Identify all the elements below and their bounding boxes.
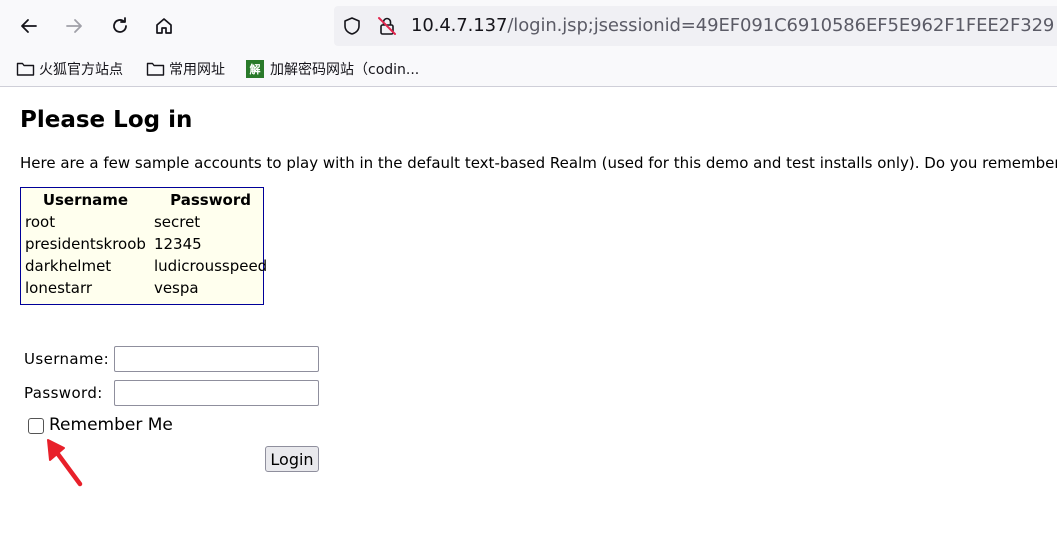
address-bar[interactable]: 10.4.7.137/login.jsp;jsessionid=49EF091C… <box>334 6 1057 46</box>
bookmarks-bar: 火狐官方站点 常用网址 解 加解密码网站（codin... <box>0 52 1057 87</box>
bookmark-firefox-official[interactable]: 火狐官方站点 <box>16 59 123 79</box>
bookmark-label: 火狐官方站点 <box>39 62 123 78</box>
password-cell: vespa <box>153 279 199 297</box>
forward-arrow-icon <box>66 19 82 33</box>
site-favicon-icon: 解 <box>246 60 264 78</box>
bookmark-common-sites[interactable]: 常用网址 <box>146 59 225 79</box>
table-row: presidentskroob 12345 <box>21 233 271 255</box>
home-button[interactable] <box>148 10 180 42</box>
reload-icon <box>113 17 127 33</box>
bookmark-crypto-site[interactable]: 解 加解密码网站（codin... <box>246 59 419 79</box>
insecure-lock-icon[interactable] <box>376 15 398 37</box>
reload-button[interactable] <box>104 10 136 42</box>
folder-icon <box>16 62 35 76</box>
shield-icon[interactable] <box>342 16 362 36</box>
back-button[interactable] <box>13 10 45 42</box>
username-cell: presidentskroob <box>25 235 146 253</box>
folder-icon <box>146 62 165 76</box>
url-path: /login.jsp;jsessionid=49EF091C6910586EF5… <box>507 15 1055 36</box>
username-cell: darkhelmet <box>25 257 112 275</box>
browser-toolbar: 10.4.7.137/login.jsp;jsessionid=49EF091C… <box>0 0 1057 52</box>
home-icon <box>156 18 172 34</box>
password-input[interactable] <box>114 380 319 406</box>
table-row: root secret <box>21 211 271 233</box>
column-header-username: Username <box>42 191 129 209</box>
sample-accounts-table: Username Password root secret presidents… <box>20 187 267 305</box>
username-cell: lonestarr <box>25 279 93 297</box>
url-text[interactable]: 10.4.7.137/login.jsp;jsessionid=49EF091C… <box>411 15 1054 36</box>
forward-button[interactable] <box>58 10 90 42</box>
table-row: darkhelmet ludicrousspeed <box>21 255 271 277</box>
table-header-row: Username Password <box>21 188 271 211</box>
page-title: Please Log in <box>20 107 193 133</box>
url-host: 10.4.7.137 <box>411 15 508 36</box>
password-cell: ludicrousspeed <box>153 257 268 275</box>
username-label: Username: <box>24 350 110 368</box>
table-row: lonestarr vespa <box>21 277 271 299</box>
bookmark-label: 加解密码网站（codin... <box>270 62 420 78</box>
username-cell: root <box>25 213 56 231</box>
annotation-arrow-icon <box>47 439 83 487</box>
password-label: Password: <box>24 384 103 402</box>
username-input[interactable] <box>114 346 319 372</box>
password-cell: 12345 <box>153 235 202 253</box>
password-cell: secret <box>153 213 201 231</box>
login-button[interactable]: Login <box>265 446 319 472</box>
bookmark-label: 常用网址 <box>169 62 225 78</box>
intro-text: Here are a few sample accounts to play w… <box>20 154 1057 172</box>
back-arrow-icon <box>21 19 37 33</box>
column-header-password: Password <box>170 191 251 209</box>
